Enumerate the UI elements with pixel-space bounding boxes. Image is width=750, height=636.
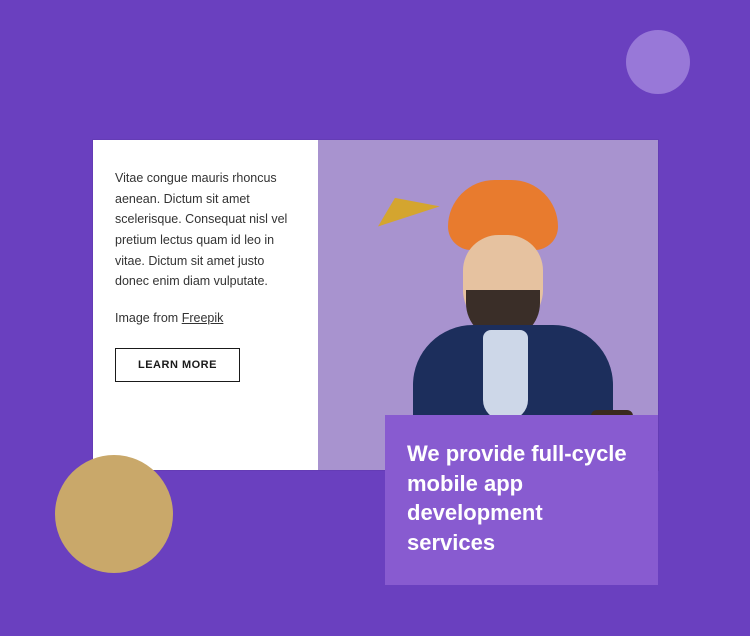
person-shirt [483, 330, 528, 420]
cta-box: We provide full-cycle mobile app develop… [385, 415, 658, 585]
card-text-panel: Vitae congue mauris rhoncus aenean. Dict… [93, 140, 318, 470]
image-credit: Image from Freepik [115, 308, 296, 329]
credit-link[interactable]: Freepik [182, 311, 224, 325]
decorative-circle-top [626, 30, 690, 94]
learn-more-button[interactable]: LEARN MORE [115, 348, 240, 382]
decorative-circle-bottom [55, 455, 173, 573]
card-description: Vitae congue mauris rhoncus aenean. Dict… [115, 168, 296, 292]
credit-prefix: Image from [115, 311, 182, 325]
paper-plane-icon [371, 185, 440, 226]
cta-headline: We provide full-cycle mobile app develop… [407, 439, 636, 558]
